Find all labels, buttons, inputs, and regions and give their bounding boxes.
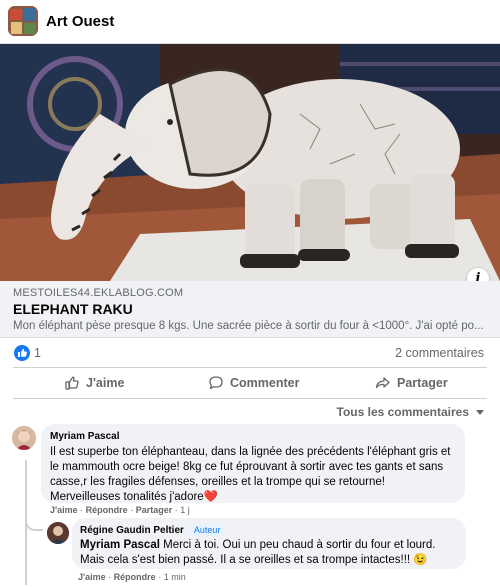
page-name[interactable]: Art Ouest: [46, 13, 114, 30]
comment-meta: J'aime · Répondre · Partager · 1 j: [50, 505, 190, 515]
page-avatar[interactable]: [8, 6, 38, 36]
link-description: Mon éléphant pèse presque 8 kgs. Une sac…: [13, 320, 484, 332]
comment-count[interactable]: 2 commentaires: [395, 346, 484, 360]
avatar[interactable]: [12, 426, 36, 450]
comment-bubble: Myriam Pascal Il est superbe ton éléphan…: [41, 424, 465, 503]
reply-reply-link[interactable]: Répondre: [114, 572, 156, 582]
link-title[interactable]: ELEPHANT RAKU: [13, 301, 133, 317]
wink-emoji: 😉: [413, 554, 428, 566]
thumbs-up-icon: [65, 376, 79, 390]
comment-icon: [209, 376, 223, 390]
like-button-label: J'aime: [86, 376, 125, 390]
post-header: Art Ouest: [0, 0, 500, 44]
author-badge: Auteur: [189, 524, 225, 536]
comment-sort-dropdown[interactable]: Tous les commentaires: [336, 405, 484, 419]
comment-share-link[interactable]: Partager: [136, 505, 173, 515]
mention-link[interactable]: Myriam Pascal: [80, 539, 160, 551]
reply-text: Myriam Pascal Merci à toi. Oui un peu ch…: [80, 539, 436, 566]
heart-emoji: ❤️: [203, 491, 219, 503]
reply-bubble: Régine Gaudin Peltier Auteur Myriam Pasc…: [72, 518, 466, 569]
post-image[interactable]: [0, 44, 500, 281]
comment-like-link[interactable]: J'aime: [50, 505, 78, 515]
thread-connector: [25, 515, 43, 531]
sort-label: Tous les commentaires: [336, 405, 470, 419]
like-count[interactable]: 1: [34, 346, 41, 360]
reply-like-link[interactable]: J'aime: [78, 572, 106, 582]
chevron-down-icon: [476, 409, 484, 415]
comment-reply-link[interactable]: Répondre: [86, 505, 128, 515]
share-button-label: Partager: [397, 376, 448, 390]
avatar[interactable]: [47, 522, 69, 544]
reply-author[interactable]: Régine Gaudin Peltier: [80, 525, 184, 536]
reply-time[interactable]: 1 min: [164, 572, 186, 582]
comment-text: Il est superbe ton éléphanteau, dans la …: [50, 446, 451, 503]
divider: [13, 367, 487, 368]
comment-button-label: Commenter: [230, 376, 300, 390]
link-preview[interactable]: MESTOILES44.EKLABLOG.COM ELEPHANT RAKU M…: [0, 281, 500, 338]
link-domain: MESTOILES44.EKLABLOG.COM: [13, 287, 184, 299]
comment-time[interactable]: 1 j: [180, 505, 190, 515]
like-button[interactable]: J'aime: [64, 372, 124, 394]
divider: [13, 398, 487, 399]
comment-author[interactable]: Myriam Pascal: [50, 431, 456, 442]
share-button[interactable]: Partager: [375, 372, 448, 394]
share-icon: [375, 377, 390, 389]
like-reaction-icon[interactable]: [14, 345, 30, 361]
comment-button[interactable]: Commenter: [208, 372, 299, 394]
reply-meta: J'aime · Répondre · 1 min: [78, 572, 186, 582]
